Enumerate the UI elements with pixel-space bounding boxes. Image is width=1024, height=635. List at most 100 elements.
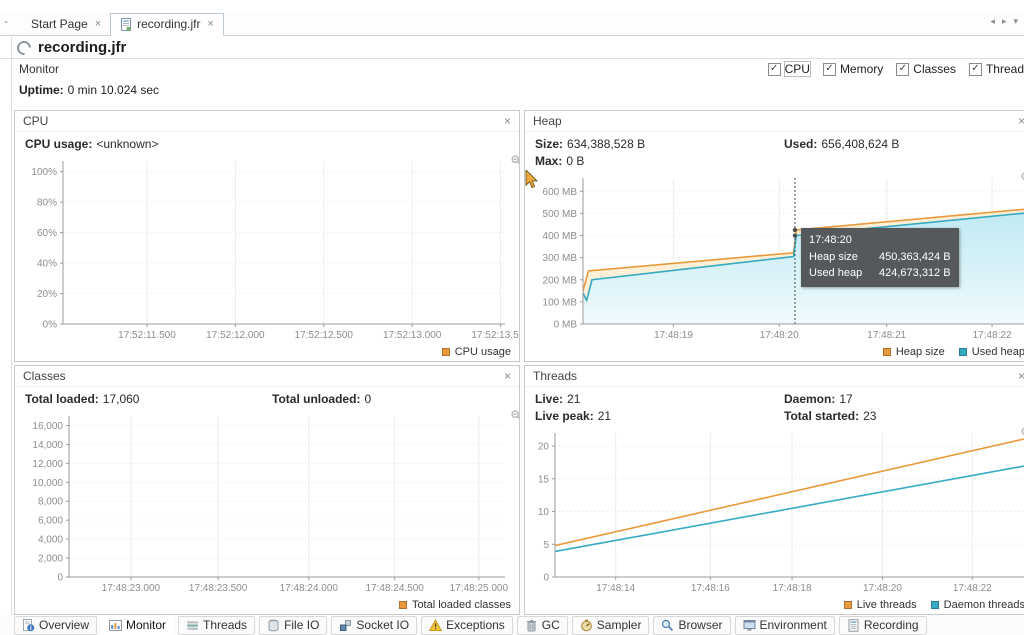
close-icon[interactable]: × bbox=[504, 114, 511, 128]
tab-socket-io[interactable]: Socket IO bbox=[331, 616, 417, 635]
svg-text:600 MB: 600 MB bbox=[543, 187, 578, 198]
heap-size-stat: Size:634,388,528 B bbox=[535, 137, 784, 151]
tab-start-page[interactable]: Start Page × bbox=[22, 14, 110, 35]
svg-text:0: 0 bbox=[57, 573, 63, 584]
svg-text:40%: 40% bbox=[37, 259, 57, 270]
page-title: recording.jfr bbox=[38, 39, 126, 56]
chart-tooltip: 17:48:20 Heap size 450,363,424 B Used he… bbox=[801, 228, 959, 287]
tab-monitor[interactable]: Monitor bbox=[101, 616, 174, 635]
cpu-stats: CPU usage:<unknown> bbox=[15, 132, 519, 153]
tab-scroll-left-icon[interactable]: ◂ bbox=[990, 16, 995, 27]
threads-chart[interactable]: 0510152017:48:1417:48:1617:48:1817:48:20… bbox=[525, 425, 1024, 596]
checkbox-cpu[interactable]: ✓ CPU bbox=[768, 62, 810, 76]
close-icon[interactable]: × bbox=[504, 369, 511, 383]
classes-stats: Total loaded:17,060 Total unloaded:0 bbox=[15, 387, 519, 408]
svg-text:0%: 0% bbox=[43, 320, 58, 331]
tab-recording[interactable]: Recording bbox=[839, 616, 927, 635]
svg-text:17:48:23.000: 17:48:23.000 bbox=[102, 583, 161, 594]
recording-document-icon bbox=[847, 619, 860, 632]
svg-text:17:48:21: 17:48:21 bbox=[867, 330, 906, 341]
threads-panel-header: Threads × bbox=[525, 366, 1024, 387]
heap-panel: Heap × Size:634,388,528 B Used:656,408,6… bbox=[524, 110, 1024, 362]
legend-swatch-orange bbox=[844, 601, 852, 609]
svg-text:17:48:20: 17:48:20 bbox=[760, 330, 799, 341]
checkbox-checked-icon: ✓ bbox=[969, 63, 982, 76]
uptime-value: 0 min 10.024 sec bbox=[68, 83, 159, 97]
heap-max-stat: Max:0 B bbox=[535, 154, 784, 168]
threads-legend: Live threads Daemon threads bbox=[525, 596, 1024, 614]
monitor-icon bbox=[109, 619, 122, 632]
legend-item: Live threads bbox=[844, 599, 917, 611]
classes-unloaded-stat: Total unloaded:0 bbox=[272, 392, 519, 406]
sampler-gauge-icon bbox=[580, 619, 593, 632]
close-icon[interactable]: × bbox=[208, 18, 214, 30]
loading-spinner-icon bbox=[14, 38, 34, 58]
cpu-chart[interactable]: 0%20%40%60%80%100%17:52:11.50017:52:12.0… bbox=[15, 153, 519, 343]
zoom-fit-icon[interactable] bbox=[511, 410, 520, 421]
checkbox-memory[interactable]: ✓ Memory bbox=[823, 62, 883, 76]
svg-text:17:48:24.000: 17:48:24.000 bbox=[280, 583, 339, 594]
gc-trash-icon bbox=[525, 619, 538, 632]
close-icon[interactable]: × bbox=[1018, 369, 1024, 383]
heap-chart[interactable]: 0 MB100 MB200 MB300 MB400 MB500 MB600 MB… bbox=[525, 170, 1024, 343]
heap-panel-header: Heap × bbox=[525, 111, 1024, 132]
classes-panel: Classes × Total loaded:17,060 Total unlo… bbox=[14, 365, 520, 615]
threads-stats: Live:21 Daemon:17 Live peak:21 Total sta… bbox=[525, 387, 1024, 425]
document-title-bar: recording.jfr bbox=[0, 37, 1024, 59]
threads-live-stat: Live:21 bbox=[535, 392, 784, 406]
uptime-label: Uptime: bbox=[19, 83, 64, 97]
tab-scroll-right-icon[interactable]: ▸ bbox=[1002, 16, 1007, 27]
checkbox-label: Classes bbox=[913, 62, 956, 76]
svg-text:17:48:20: 17:48:20 bbox=[863, 583, 902, 594]
tab-exceptions[interactable]: Exceptions bbox=[421, 616, 513, 635]
svg-text:17:48:22: 17:48:22 bbox=[953, 583, 992, 594]
close-icon[interactable]: × bbox=[95, 18, 101, 30]
svg-text:17:52:13.000: 17:52:13.000 bbox=[383, 330, 442, 341]
tab-environment[interactable]: Environment bbox=[735, 616, 835, 635]
tab-sampler[interactable]: Sampler bbox=[572, 616, 650, 635]
file-io-icon bbox=[267, 619, 280, 632]
overview-icon bbox=[22, 619, 35, 632]
tab-browser[interactable]: Browser bbox=[653, 616, 730, 635]
svg-text:20%: 20% bbox=[37, 289, 57, 300]
tab-label: recording.jfr bbox=[137, 17, 200, 31]
classes-legend: Total loaded classes bbox=[15, 596, 519, 614]
tab-list-dropdown-icon[interactable]: ▾ bbox=[1013, 16, 1018, 27]
window-dash: - bbox=[4, 14, 8, 28]
threads-started-stat: Total started:23 bbox=[784, 409, 1024, 423]
threads-icon bbox=[186, 619, 199, 632]
legend-swatch-cyan bbox=[959, 348, 967, 356]
classes-chart[interactable]: 02,0004,0006,0008,00010,00012,00014,0001… bbox=[15, 408, 519, 596]
svg-text:6,000: 6,000 bbox=[38, 516, 63, 527]
exceptions-warning-icon bbox=[429, 619, 442, 632]
tooltip-time: 17:48:20 bbox=[809, 232, 951, 249]
tab-overview[interactable]: Overview bbox=[14, 616, 97, 635]
checkbox-classes[interactable]: ✓ Classes bbox=[896, 62, 956, 76]
classes-loaded-stat: Total loaded:17,060 bbox=[25, 392, 272, 406]
threads-livepeak-stat: Live peak:21 bbox=[535, 409, 784, 423]
heap-legend: Heap size Used heap bbox=[525, 343, 1024, 361]
jfr-file-icon bbox=[120, 18, 132, 31]
svg-text:17:48:22: 17:48:22 bbox=[973, 330, 1012, 341]
svg-text:300 MB: 300 MB bbox=[543, 253, 578, 264]
tooltip-row: Heap size 450,363,424 B bbox=[809, 249, 951, 266]
uptime-status: Uptime: 0 min 10.024 sec bbox=[19, 83, 159, 97]
svg-text:12,000: 12,000 bbox=[32, 459, 63, 470]
checkbox-label: CPU bbox=[785, 62, 810, 76]
tab-file-io[interactable]: File IO bbox=[259, 616, 327, 635]
checkbox-checked-icon: ✓ bbox=[823, 63, 836, 76]
zoom-fit-icon[interactable] bbox=[511, 155, 520, 166]
browser-search-icon bbox=[661, 619, 674, 632]
checkbox-checked-icon: ✓ bbox=[896, 63, 909, 76]
svg-text:16,000: 16,000 bbox=[32, 421, 63, 432]
socket-io-icon bbox=[339, 619, 352, 632]
close-icon[interactable]: × bbox=[1018, 114, 1024, 128]
view-tab-bar: Overview Monitor Threads File IO Socket … bbox=[0, 615, 1024, 635]
tab-recording-jfr[interactable]: recording.jfr × bbox=[110, 13, 224, 36]
tab-threads[interactable]: Threads bbox=[178, 616, 255, 635]
tab-gc[interactable]: GC bbox=[517, 616, 568, 635]
svg-text:17:52:13.500: 17:52:13.500 bbox=[471, 330, 519, 341]
svg-text:2,000: 2,000 bbox=[38, 554, 63, 565]
tab-label: Start Page bbox=[31, 17, 88, 31]
checkbox-threads[interactable]: ✓ Threads bbox=[969, 62, 1024, 76]
